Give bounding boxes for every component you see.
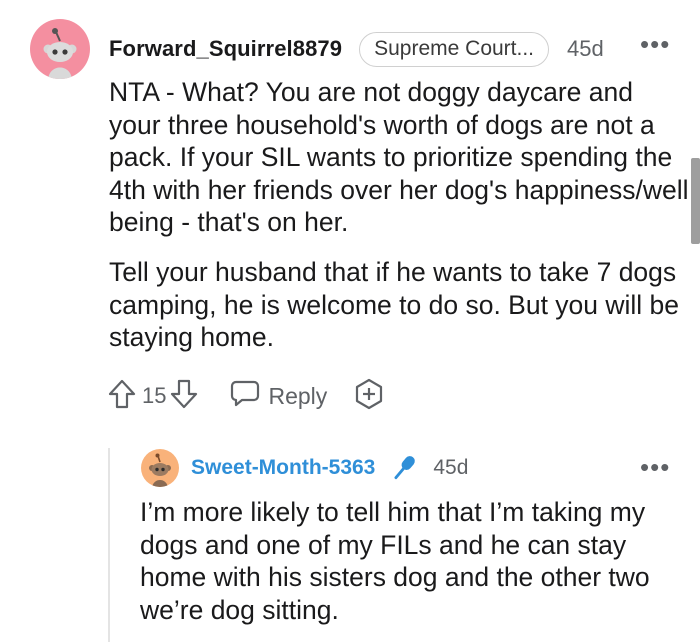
upvote-arrow-icon[interactable] (108, 379, 136, 414)
reply-user-avatar[interactable] (141, 449, 179, 487)
scrollbar-thumb[interactable] (691, 158, 700, 244)
reply-label: Reply (268, 382, 328, 409)
comment-paragraph-2: Tell your husband that if he wants to ta… (109, 257, 680, 352)
thread-line[interactable] (108, 448, 110, 642)
downvote-arrow-icon[interactable] (170, 379, 198, 414)
comment-username[interactable]: Forward_Squirrel8879 (109, 36, 342, 62)
speech-bubble-icon (230, 379, 260, 413)
user-avatar[interactable] (30, 19, 90, 79)
more-dots-icon[interactable]: ••• (640, 31, 670, 57)
comment-header: Forward_Squirrel8879 Supreme Court... 45… (109, 31, 604, 67)
user-flair: Supreme Court... (359, 31, 550, 67)
vote-count: 15 (142, 383, 167, 408)
reply-body: I’m more likely to tell him that I’m tak… (140, 497, 650, 625)
comment-age: 45d (567, 36, 604, 61)
reply-button[interactable]: Reply (230, 379, 327, 413)
reply-age: 45d (433, 456, 469, 479)
comment-actions: 15 Reply (108, 378, 385, 414)
reply-username[interactable]: Sweet-Month-5363 (191, 456, 375, 480)
microphone-icon (389, 453, 419, 483)
snoo-avatar-icon (43, 28, 77, 79)
reply-header: Sweet-Month-5363 45d (191, 453, 468, 483)
more-dots-icon[interactable]: ••• (640, 454, 670, 480)
award-button[interactable] (353, 378, 385, 415)
snoo-avatar-icon (149, 453, 171, 487)
award-plus-icon (353, 378, 385, 415)
comment-paragraph-1: NTA - What? You are not doggy daycare an… (109, 77, 689, 237)
